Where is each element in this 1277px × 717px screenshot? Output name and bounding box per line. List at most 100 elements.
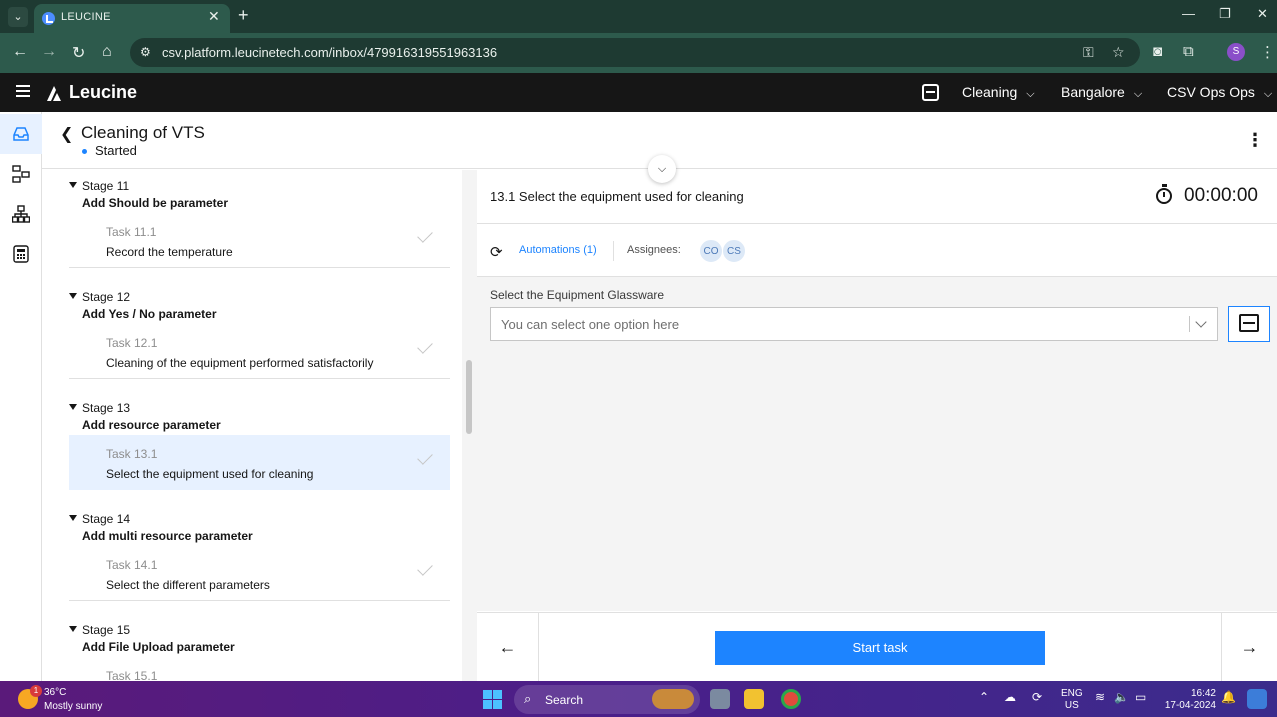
scrollbar-thumb[interactable] (466, 360, 472, 434)
tab-close-icon[interactable]: ✕ (208, 8, 220, 25)
chrome-icon[interactable] (781, 689, 801, 709)
select-placeholder: You can select one option here (501, 317, 680, 332)
reload-icon[interactable]: ↻ (72, 43, 85, 63)
profile-avatar[interactable]: S (1227, 43, 1245, 61)
start-task-button[interactable]: Start task (715, 631, 1045, 665)
task-name: Select the different parameters (106, 578, 270, 592)
weather-temperature[interactable]: 36°C (44, 687, 66, 698)
onedrive-cloud-icon[interactable]: ☁ (1004, 690, 1016, 704)
collapse-header-button[interactable]: ⌵ (648, 155, 676, 183)
task-name: Cleaning of the equipment performed sati… (106, 356, 374, 370)
back-chevron-icon[interactable]: ❮ (60, 124, 73, 144)
facility-dropdown[interactable]: Cleaning ⌵ (962, 84, 1035, 101)
rail-item-reports[interactable] (0, 234, 42, 274)
qr-scan-icon (1239, 314, 1259, 332)
region-code: US (1064, 700, 1079, 711)
assignee-avatar[interactable]: CS (722, 239, 746, 263)
browser-tab[interactable]: LEUCINE ✕ (34, 4, 230, 33)
os-taskbar: 1 36°C Mostly sunny ⌕ Search ⌃ ☁ ⟳ ENG U… (0, 681, 1277, 717)
forward-arrow-icon[interactable]: → (41, 43, 57, 61)
divider (613, 241, 614, 261)
task-name: Select the equipment used for cleaning (106, 467, 314, 481)
sync-icon[interactable]: ⟳ (1032, 690, 1042, 704)
battery-icon[interactable]: ▭ (1135, 690, 1146, 704)
bookmark-star-icon[interactable]: ☆ (1112, 44, 1125, 61)
search-highlight-icon (652, 689, 694, 709)
tab-search-button[interactable]: ⌄ (8, 7, 28, 27)
file-explorer-icon[interactable] (744, 689, 764, 709)
language-code: ENG (1061, 688, 1083, 699)
browser-menu-icon[interactable]: ⋮ (1260, 43, 1275, 61)
back-arrow-icon[interactable]: ← (12, 43, 28, 61)
clock-time: 16:42 (1190, 688, 1216, 699)
camera-extension-icon[interactable]: ◙ (1153, 43, 1162, 60)
hierarchy-icon (12, 205, 30, 223)
flow-icon (12, 165, 30, 183)
caret-down-icon[interactable] (69, 515, 77, 521)
show-hidden-icons-icon[interactable]: ⌃ (979, 690, 989, 704)
task-item[interactable]: Task 11.1 Record the temperature (69, 213, 450, 268)
more-options-icon[interactable]: ⋮ (1244, 126, 1266, 154)
notification-bell-icon[interactable]: 🔔 (1221, 690, 1236, 704)
windows-start-icon[interactable] (483, 690, 502, 709)
assignee-avatar[interactable]: CO (699, 239, 723, 263)
taskbar-search-label: Search (545, 693, 584, 707)
close-window-button[interactable]: ✕ (1257, 6, 1268, 22)
status-dot-icon (82, 149, 87, 154)
new-tab-button[interactable]: + (238, 5, 249, 26)
task-item[interactable]: Task 12.1 Cleaning of the equipment perf… (69, 324, 450, 379)
url-text[interactable]: csv.platform.leucinetech.com/inbox/47991… (162, 45, 497, 60)
hamburger-menu-icon[interactable] (16, 85, 30, 97)
caret-down-icon[interactable] (69, 182, 77, 188)
user-dropdown[interactable]: CSV Ops Ops ⌵ (1167, 84, 1272, 101)
app-header: Leucine Cleaning ⌵ Bangalore ⌵ CSV Ops Ops… (0, 73, 1277, 112)
task-item-selected[interactable]: Task 13.1 Select the equipment used for … (69, 435, 450, 490)
stage-name: Add resource parameter (82, 418, 221, 432)
qr-scan-icon[interactable] (922, 84, 939, 101)
restore-button[interactable]: ❐ (1219, 6, 1231, 22)
task-name: Record the temperature (106, 245, 233, 259)
stage-name: Add File Upload parameter (82, 640, 235, 654)
caret-down-icon[interactable] (69, 404, 77, 410)
equipment-select[interactable]: You can select one option here (490, 307, 1218, 341)
copilot-icon[interactable] (1247, 689, 1267, 709)
password-key-icon[interactable]: ⚿ (1083, 44, 1094, 61)
task-item[interactable]: Task 14.1 Select the different parameter… (69, 546, 450, 601)
minimize-button[interactable]: — (1182, 6, 1195, 21)
caret-down-icon[interactable] (69, 626, 77, 632)
extensions-puzzle-icon[interactable]: ⧉ (1183, 43, 1194, 60)
automations-link[interactable]: Automations (1) (519, 244, 597, 256)
caret-down-icon[interactable] (69, 293, 77, 299)
previous-task-button[interactable]: ← (477, 613, 539, 682)
address-bar[interactable]: ⚙ csv.platform.leucinetech.com/inbox/479… (130, 38, 1140, 67)
taskbar-search[interactable]: ⌕ Search (514, 685, 700, 714)
location-dropdown[interactable]: Bangalore ⌵ (1061, 84, 1142, 101)
task-panel: 13.1 Select the equipment used for clean… (477, 170, 1277, 611)
stage-name: Add Should be parameter (82, 196, 229, 210)
stage-number: Stage 14 (82, 512, 131, 526)
weather-description[interactable]: Mostly sunny (44, 701, 102, 712)
task-number: Task 11.1 (106, 225, 157, 239)
home-icon[interactable]: ⌂ (102, 43, 112, 61)
volume-icon[interactable]: 🔈 (1114, 690, 1129, 704)
divider (1189, 316, 1190, 332)
site-info-icon[interactable]: ⚙ (140, 45, 151, 59)
scan-equipment-button[interactable] (1228, 306, 1270, 342)
chevron-down-icon[interactable] (1195, 316, 1207, 328)
rail-item-jobs[interactable] (0, 154, 42, 194)
language-indicator[interactable]: ENG US (1061, 688, 1083, 712)
task-meta-bar: ⟳ Automations (1) Assignees: CO CS (477, 224, 1277, 277)
stage-list-scrollbar[interactable] (462, 170, 477, 681)
calculator-icon (13, 245, 29, 263)
rail-item-ontology[interactable] (0, 194, 42, 234)
check-icon (417, 227, 433, 243)
next-task-button[interactable]: → (1221, 613, 1277, 682)
chevron-down-icon: ⌵ (1026, 88, 1035, 100)
wifi-icon[interactable]: ≋ (1095, 690, 1105, 704)
rail-item-inbox[interactable] (0, 114, 42, 154)
user-dropdown-label: CSV Ops Ops (1167, 84, 1255, 100)
system-clock[interactable]: 16:42 17-04-2024 (1160, 688, 1216, 712)
task-view-icon[interactable] (710, 689, 730, 709)
check-icon (417, 449, 433, 465)
task-item[interactable]: Task 15.1 (69, 657, 450, 681)
